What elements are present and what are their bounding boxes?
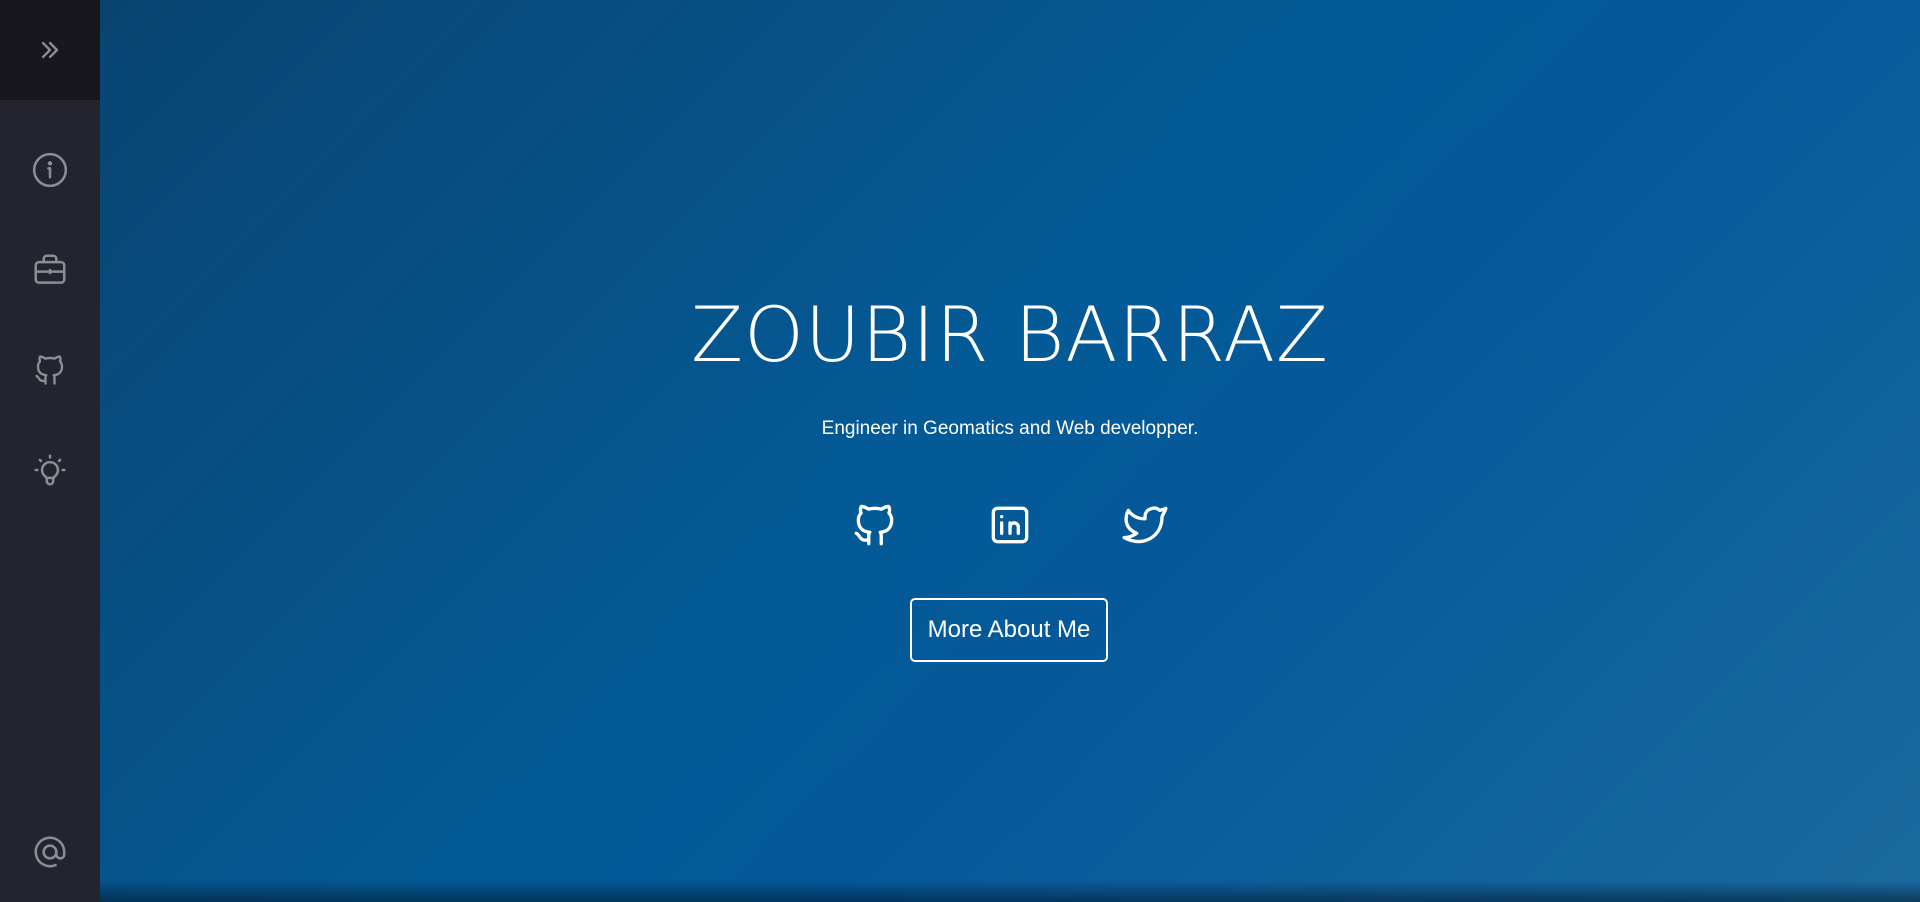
hero-subtitle: Engineer in Geomatics and Web developper… <box>821 418 1199 439</box>
sidebar-toggle-button[interactable] <box>0 0 100 100</box>
github-icon <box>35 355 64 385</box>
hero-content: ZOUBIR BARRAZ Engineer in Geomatics and … <box>100 0 1920 902</box>
social-link-linkedin[interactable] <box>985 497 1035 553</box>
social-links <box>100 497 1920 553</box>
social-link-twitter[interactable] <box>1120 497 1170 553</box>
sidebar-item-github[interactable] <box>0 340 100 400</box>
linkedin-icon <box>991 506 1029 544</box>
info-icon <box>32 152 68 188</box>
sidebar-item-contact[interactable] <box>0 822 100 882</box>
sidebar-item-experience[interactable] <box>0 240 100 300</box>
social-link-github[interactable] <box>850 497 900 553</box>
sidebar-item-about[interactable] <box>0 140 100 200</box>
github-icon <box>854 504 894 546</box>
app: ZOUBIR BARRAZ Engineer in Geomatics and … <box>0 0 1920 902</box>
more-about-me-button[interactable]: More About Me <box>910 598 1108 662</box>
double-chevron-right-icon <box>41 41 59 59</box>
hero-title: ZOUBIR BARRAZ <box>691 290 1329 379</box>
briefcase-icon <box>34 254 66 284</box>
lightbulb-icon <box>34 454 66 486</box>
twitter-icon <box>1122 506 1168 544</box>
at-icon <box>34 836 66 868</box>
sidebar-item-ideas[interactable] <box>0 440 100 500</box>
hero-section: ZOUBIR BARRAZ Engineer in Geomatics and … <box>100 0 1920 902</box>
sidebar <box>0 0 100 902</box>
